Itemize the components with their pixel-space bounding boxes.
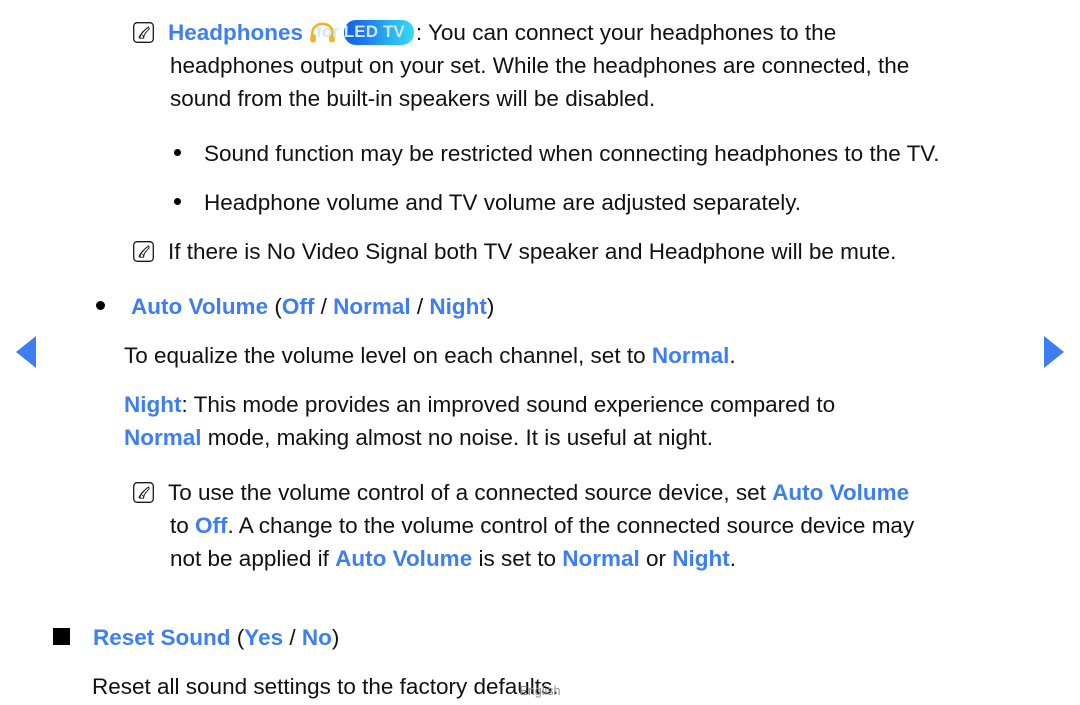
auto-volume-note-text-1: To use the volume control of a connected… (168, 480, 773, 505)
auto-volume-note-text-2a: to (170, 513, 196, 538)
auto-volume-note-line-3: not be applied if Auto Volume is set to … (0, 542, 1080, 575)
auto-volume-note-line-2: to Off. A change to the volume control o… (0, 509, 1080, 542)
auto-volume-option-night[interactable]: Night (429, 294, 486, 319)
auto-volume-note-highlight-1: Auto Volume (772, 480, 910, 505)
headphones-note-body-3: sound from the built-in speakers will be… (170, 86, 656, 111)
reset-sound-option-yes[interactable]: Yes (244, 625, 283, 650)
night-description-text-1: : This mode provides an improved sound e… (181, 392, 836, 417)
auto-volume-note-text-3a: not be applied if (170, 546, 336, 571)
no-signal-note-text: If there is No Video Signal both TV spea… (168, 239, 897, 264)
for-led-tv-badge: for LED TV (316, 20, 414, 45)
bullet-dot-icon (174, 198, 181, 205)
auto-volume-option-normal[interactable]: Normal (333, 294, 411, 319)
paren-close: ) (486, 294, 495, 319)
paren-close: ) (331, 625, 340, 650)
setting-auto-volume[interactable]: Auto Volume (Off / Normal / Night) (0, 290, 1080, 323)
note-icon (133, 241, 154, 262)
manual-content: Headphones for LED TV: You can connect y… (0, 0, 1080, 703)
auto-volume-option-off[interactable]: Off (282, 294, 315, 319)
night-description-line-1: Night: This mode provides an improved so… (0, 388, 1080, 421)
note-icon (133, 482, 154, 503)
equalize-description: To equalize the volume level on each cha… (0, 339, 1080, 372)
equalize-highlight: Normal (651, 343, 730, 368)
night-description-text-2: mode, making almost no noise. It is usef… (201, 425, 714, 450)
list-item: Headphone volume and TV volume are adjus… (0, 186, 1080, 219)
auto-volume-note-highlight-av: Auto Volume (335, 546, 473, 571)
setting-reset-sound[interactable]: Reset Sound (Yes / No) (0, 621, 1080, 654)
auto-volume-note-highlight-off: Off (195, 513, 228, 538)
headphones-label: Headphones (168, 20, 304, 45)
bullet-dot-icon (174, 149, 181, 156)
sub-bullet-text-2: Headphone volume and TV volume are adjus… (204, 190, 802, 215)
manual-page: Headphones for LED TV: You can connect y… (0, 0, 1080, 705)
reset-sound-option-no[interactable]: No (302, 625, 332, 650)
headphones-note-body-1: : You can connect your headphones to the (415, 20, 837, 45)
auto-volume-note-text-3d: . (729, 546, 737, 571)
headphones-note-body-2-row: headphones output on your set. While the… (0, 49, 1080, 82)
normal-highlight: Normal (124, 425, 202, 450)
auto-volume-label: Auto Volume (131, 294, 269, 319)
note-icon (133, 22, 154, 43)
headphones-note-body-2: headphones output on your set. While the… (170, 53, 910, 78)
auto-volume-note-text-2b: . A change to the volume control of the … (227, 513, 915, 538)
option-separator: / (283, 625, 302, 650)
bullet-square-icon (53, 628, 70, 645)
auto-volume-note-line-1: To use the volume control of a connected… (0, 476, 1080, 509)
night-description-line-2: Normal mode, making almost no noise. It … (0, 421, 1080, 454)
equalize-text-post: . (729, 343, 736, 368)
equalize-text-pre: To equalize the volume level on each cha… (124, 343, 652, 368)
paren-open: ( (274, 294, 282, 319)
footer-language: English (519, 684, 561, 698)
auto-volume-note-highlight-night: Night (672, 546, 730, 571)
auto-volume-note-text-3b: is set to (472, 546, 563, 571)
sub-bullet-text-1: Sound function may be restricted when co… (204, 141, 940, 166)
auto-volume-note-text-3c: or (639, 546, 673, 571)
headphones-note-body-3-row: sound from the built-in speakers will be… (0, 82, 1080, 115)
list-item: Sound function may be restricted when co… (0, 137, 1080, 170)
no-signal-note-paragraph: If there is No Video Signal both TV spea… (0, 235, 1080, 268)
option-separator: / (410, 294, 430, 319)
option-separator: / (314, 294, 334, 319)
bullet-dot-icon (96, 301, 105, 310)
headphones-note-paragraph: Headphones for LED TV: You can connect y… (0, 16, 1080, 49)
auto-volume-note-highlight-normal: Normal (562, 546, 640, 571)
night-highlight: Night (124, 392, 182, 417)
reset-sound-label: Reset Sound (93, 625, 231, 650)
